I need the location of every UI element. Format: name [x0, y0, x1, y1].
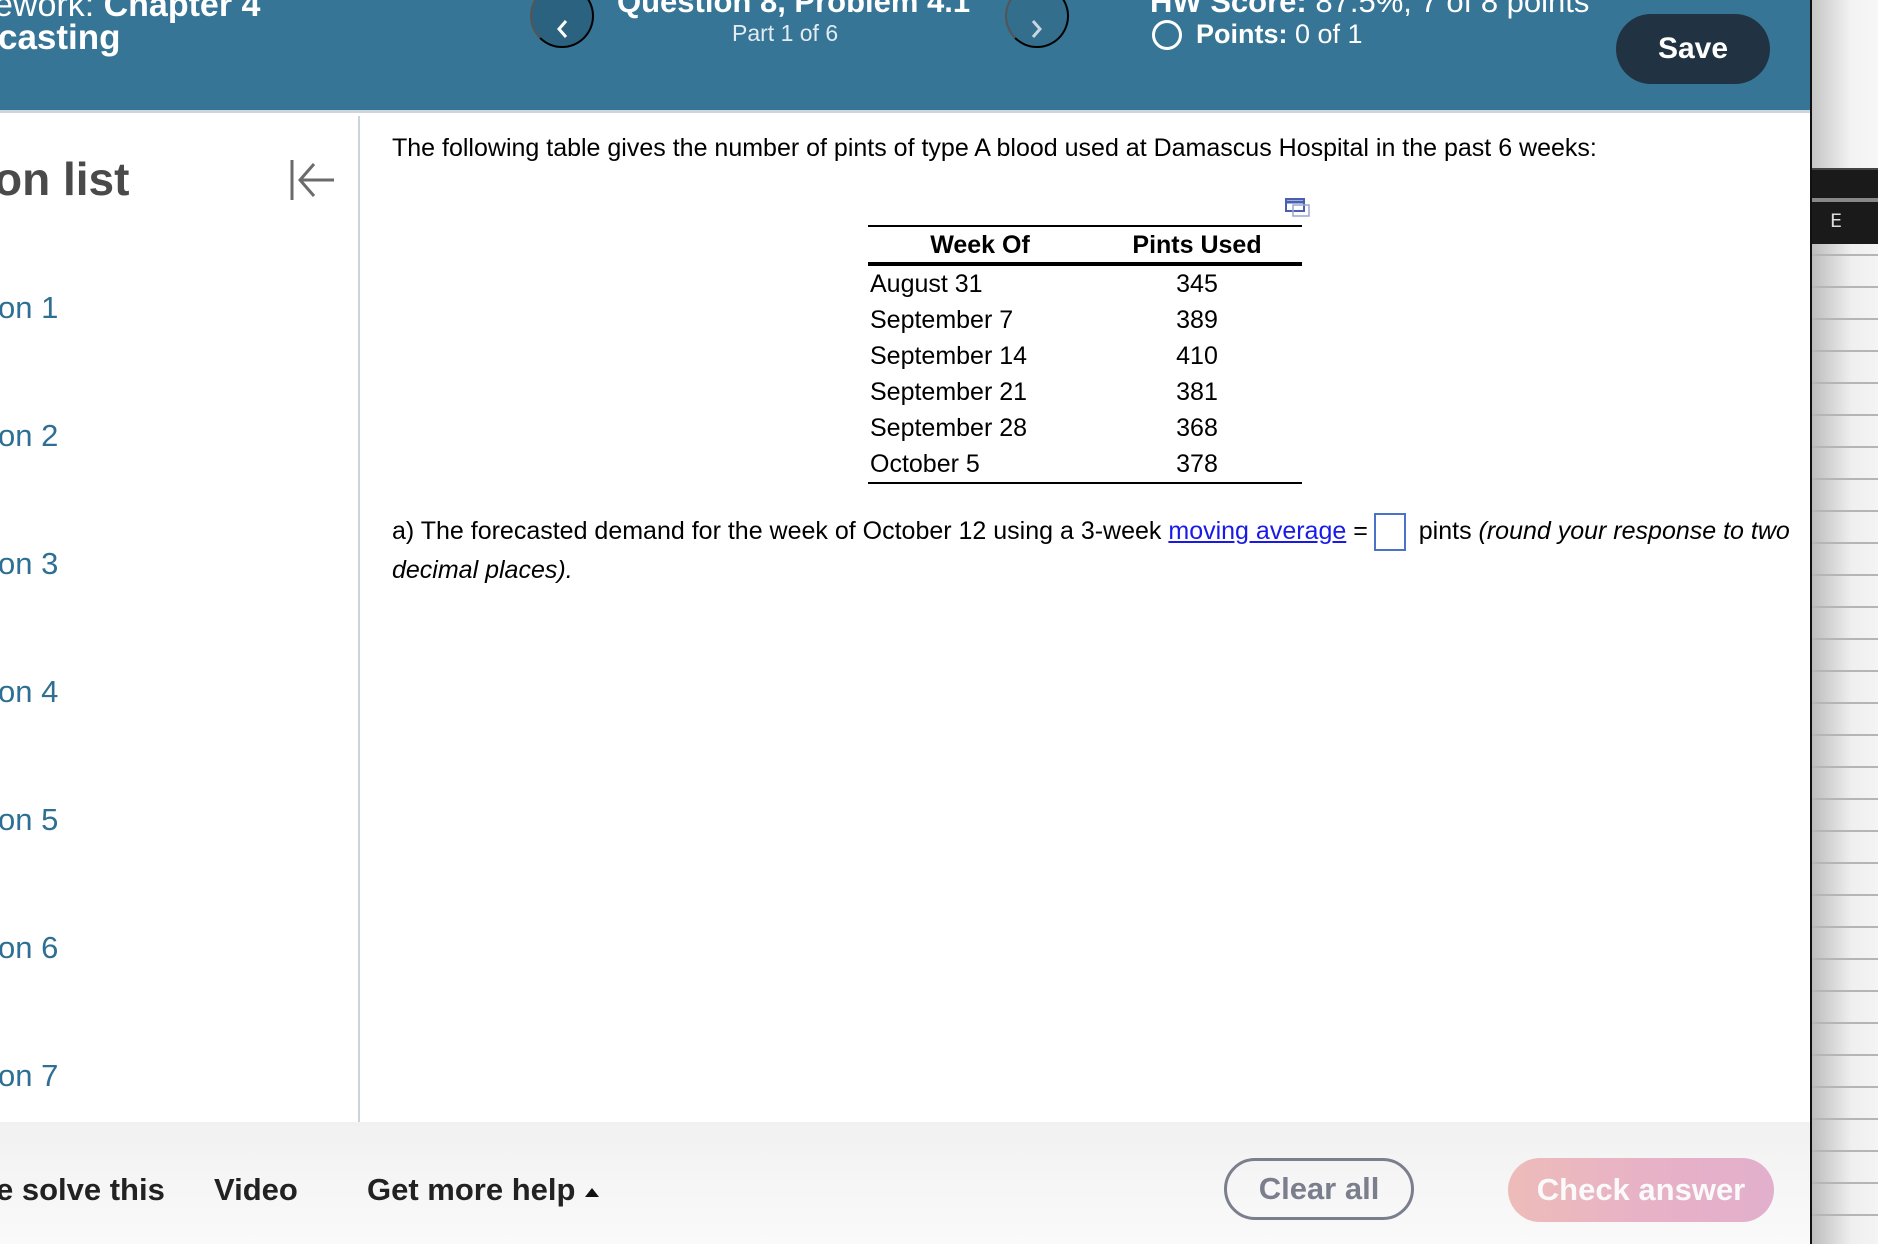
collapse-sidebar-button[interactable] [288, 156, 338, 204]
sidebar-item-question-4[interactable]: on 4 [0, 674, 58, 710]
week-cell: October 5 [870, 450, 980, 478]
background-window-top [1812, 0, 1878, 168]
equals-sign: = [1346, 517, 1368, 545]
week-cell: September 14 [870, 342, 1028, 370]
points-label: Points: [1196, 19, 1288, 49]
open-table-window-icon[interactable] [1285, 198, 1311, 218]
answer-input[interactable] [1373, 513, 1406, 552]
points-status: Points: 0 of 1 [1152, 19, 1363, 50]
table-row: September 14 410 [868, 338, 1302, 374]
question-content: The following table gives the number of … [360, 116, 1810, 1122]
get-more-help-label: Get more help [367, 1172, 576, 1207]
chevron-left-icon [557, 20, 568, 38]
week-cell: August 31 [870, 270, 983, 298]
unit-text: pints [1411, 517, 1479, 545]
pints-cell: 368 [1176, 414, 1218, 442]
week-cell: September 28 [870, 414, 1028, 442]
moving-average-link[interactable]: moving average [1168, 517, 1346, 545]
blood-usage-table: Week Of Pints Used August 31 345 Septembe… [868, 225, 1302, 484]
collapse-left-icon [290, 160, 334, 200]
pints-cell: 381 [1176, 378, 1218, 406]
background-window-label: E [1830, 210, 1843, 232]
question-title: Question 8, Problem 4.1 [617, 0, 971, 19]
hw-score: HW Score: 87.5%, 7 of 8 points [1150, 0, 1589, 20]
check-answer-button[interactable]: Check answer [1508, 1158, 1774, 1222]
table-row: September 7 389 [868, 302, 1302, 338]
save-button[interactable]: Save [1616, 14, 1770, 84]
clear-all-button[interactable]: Clear all [1224, 1158, 1414, 1220]
question-list-sidebar: on list on 1 on 2 on 3 on 4 on 5 on 6 on… [0, 116, 360, 1122]
table-header-row: Week Of Pints Used [868, 226, 1302, 264]
sidebar-item-question-7[interactable]: on 7 [0, 1058, 58, 1094]
next-question-button[interactable] [1005, 0, 1069, 48]
table-row: September 21 381 [868, 374, 1302, 410]
background-window-edge: E [1810, 0, 1878, 1244]
sidebar-title: on list [0, 153, 130, 205]
video-button[interactable]: Video [214, 1172, 298, 1208]
question-end: . [565, 556, 573, 585]
points-value: 0 of 1 [1295, 19, 1363, 49]
table-row: October 5 378 [868, 446, 1302, 483]
pints-cell: 345 [1176, 270, 1218, 298]
column-header-pints: Pints Used [1132, 231, 1262, 259]
sidebar-item-question-1[interactable]: on 1 [0, 290, 58, 326]
table-row: August 31 345 [868, 264, 1302, 302]
sidebar-item-question-3[interactable]: on 3 [0, 546, 58, 582]
pints-cell: 410 [1176, 342, 1218, 370]
week-cell: September 7 [870, 306, 1014, 334]
pints-cell: 378 [1176, 450, 1218, 478]
background-window-toolbar: E [1812, 168, 1878, 244]
question-text: a) The forecasted demand for the week of… [392, 517, 1169, 545]
hw-score-label: HW Score: [1150, 0, 1307, 19]
help-me-solve-this-button[interactable]: e solve this [0, 1172, 165, 1208]
sidebar-item-question-2[interactable]: on 2 [0, 418, 58, 454]
assignment-title-chapter: Chapter 4 [103, 0, 261, 24]
hw-score-value: 87.5%, 7 of 8 points [1315, 0, 1590, 19]
assignment-title-line2: casting [0, 18, 121, 57]
pints-cell: 389 [1176, 306, 1218, 334]
bottom-toolbar: e solve this Video Get more help Clear a… [0, 1122, 1810, 1244]
part-indicator: Part 1 of 6 [732, 20, 839, 46]
caret-up-icon [585, 1187, 600, 1197]
question-part-a: a) The forecasted demand for the week of… [392, 512, 1792, 589]
top-header: ework: Chapter 4 casting Question 8, Pro… [0, 0, 1810, 113]
status-circle-icon [1152, 19, 1182, 50]
problem-intro: The following table gives the number of … [392, 134, 1597, 162]
previous-question-button[interactable] [530, 0, 594, 48]
get-more-help-button[interactable]: Get more help [367, 1172, 600, 1208]
sidebar-item-question-6[interactable]: on 6 [0, 930, 58, 966]
table-row: September 28 368 [868, 410, 1302, 446]
column-header-week: Week Of [930, 231, 1030, 259]
chevron-right-icon [1031, 20, 1042, 38]
week-cell: September 21 [870, 378, 1028, 406]
toolbar-strip [1812, 198, 1878, 202]
sidebar-item-question-5[interactable]: on 5 [0, 802, 58, 838]
